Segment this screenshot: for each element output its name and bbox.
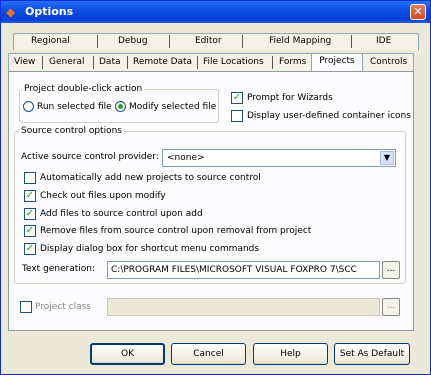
title-bar[interactable]: ◆ Options ✕: [1, 1, 430, 23]
tab-separator: [272, 56, 273, 69]
tab-ide[interactable]: IDE: [376, 36, 391, 46]
display-icons-checkbox[interactable]: [231, 110, 243, 122]
tab-data[interactable]: Data: [99, 57, 121, 67]
chevron-down-icon[interactable]: ▼: [380, 151, 394, 165]
tab-editor[interactable]: Editor: [195, 36, 222, 46]
auto-add-checkbox[interactable]: [24, 172, 36, 184]
tab-controls[interactable]: Controls: [370, 57, 407, 67]
check-out-label[interactable]: Check out files upon modify: [40, 191, 166, 201]
project-class-field[interactable]: [107, 298, 380, 316]
double-click-group-label: Project double-click action: [22, 84, 145, 94]
tab-separator: [127, 56, 128, 69]
close-button[interactable]: ✕: [410, 4, 426, 20]
tab-separator: [93, 56, 94, 69]
add-files-label[interactable]: Add files to source control upon add: [40, 209, 203, 219]
project-class-label[interactable]: Project class: [35, 302, 91, 312]
fox-icon: ◆: [6, 5, 16, 19]
tab-separator: [351, 35, 352, 48]
tab-separator: [97, 35, 98, 48]
display-icons-label[interactable]: Display user-defined container icons: [247, 111, 411, 121]
tab-projects[interactable]: Projects: [311, 53, 363, 71]
help-button[interactable]: Help: [253, 343, 328, 365]
tab-field-mapping[interactable]: Field Mapping: [269, 36, 331, 46]
remove-files-checkbox[interactable]: ✓: [24, 225, 36, 237]
tab-separator: [169, 35, 170, 48]
tab-debug[interactable]: Debug: [118, 36, 148, 46]
remove-files-label[interactable]: Remove files from source control upon re…: [40, 226, 311, 236]
options-dialog: ◆ Options ✕ Regional Debug Editor Field …: [0, 0, 431, 375]
cancel-button[interactable]: Cancel: [171, 343, 246, 365]
auto-add-label[interactable]: Automatically add new projects to source…: [40, 173, 261, 183]
ok-button[interactable]: OK: [90, 343, 165, 365]
close-icon: ✕: [413, 5, 423, 18]
text-generation-field[interactable]: C:\PROGRAM FILES\MICROSOFT VISUAL FOXPRO…: [107, 261, 380, 279]
display-dialog-checkbox[interactable]: ✓: [24, 243, 36, 255]
text-generation-label: Text generation:: [22, 264, 96, 274]
source-control-label: Source control options: [19, 126, 124, 136]
tab-general[interactable]: General: [49, 57, 84, 67]
provider-value: <none>: [167, 153, 205, 163]
projects-panel: Project double-click action Run selected…: [8, 71, 414, 331]
modify-selected-file-label[interactable]: Modify selected file: [129, 102, 216, 112]
tab-projects-label: Projects: [319, 56, 355, 66]
run-selected-file-label[interactable]: Run selected file: [37, 102, 112, 112]
provider-dropdown[interactable]: <none> ▼: [162, 149, 396, 167]
check-out-checkbox[interactable]: ✓: [24, 190, 36, 202]
tab-regional[interactable]: Regional: [31, 36, 70, 46]
project-class-checkbox[interactable]: [20, 301, 32, 313]
tab-separator: [42, 56, 43, 69]
add-files-checkbox[interactable]: ✓: [24, 208, 36, 220]
tab-separator: [242, 35, 243, 48]
window-title: Options: [25, 5, 74, 18]
modify-selected-file-radio[interactable]: [115, 101, 126, 112]
prompt-wizards-checkbox[interactable]: ✓: [231, 92, 243, 104]
tab-forms[interactable]: Forms: [279, 57, 306, 67]
set-as-default-button[interactable]: Set As Default: [334, 343, 410, 365]
tab-view[interactable]: View: [14, 57, 35, 67]
text-generation-browse-button[interactable]: ...: [382, 261, 400, 279]
provider-label: Active source control provider:: [21, 152, 159, 162]
project-class-browse-button[interactable]: ...: [382, 298, 400, 316]
tab-remote-data[interactable]: Remote Data: [133, 57, 192, 67]
tab-separator: [197, 56, 198, 69]
run-selected-file-radio[interactable]: [23, 101, 34, 112]
display-dialog-label[interactable]: Display dialog box for shortcut menu com…: [40, 244, 259, 254]
tab-file-locations[interactable]: File Locations: [203, 57, 264, 67]
prompt-wizards-label[interactable]: Prompt for Wizards: [247, 93, 333, 103]
